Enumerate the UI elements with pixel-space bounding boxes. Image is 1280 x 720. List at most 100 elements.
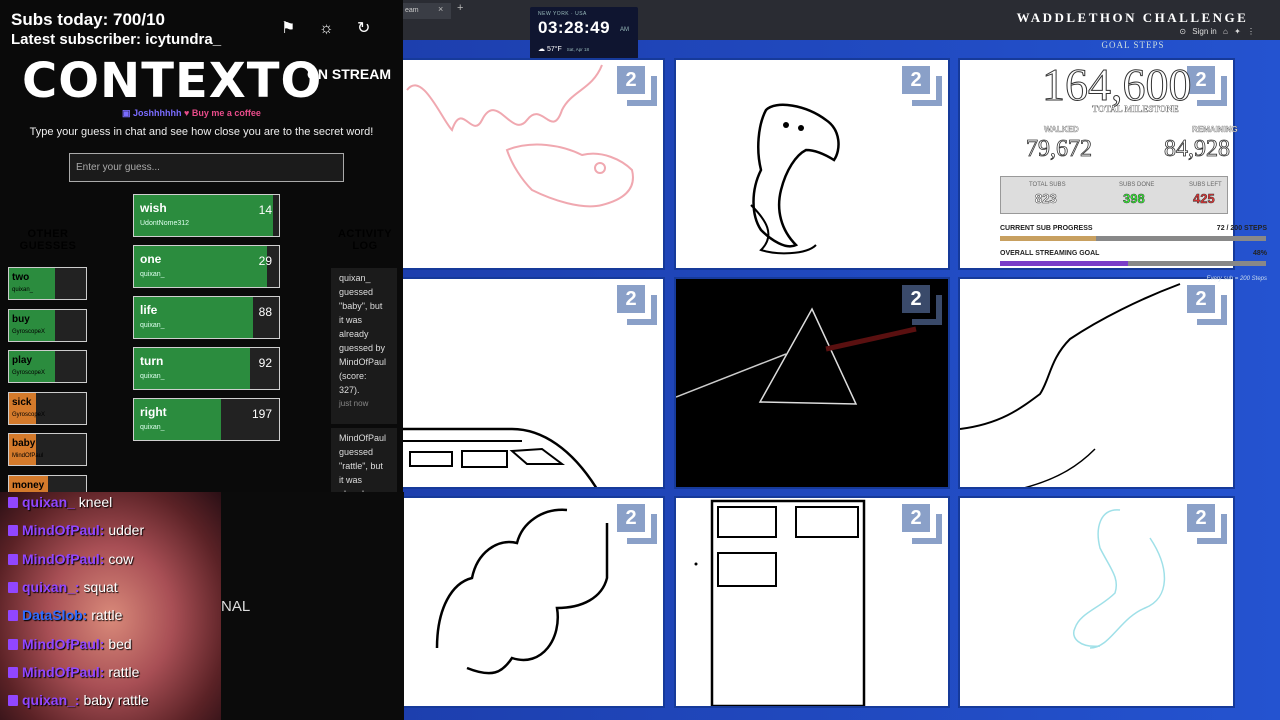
- subs-summary-box: TOTAL SUBS 823 SUBS DONE 398 SUBS LEFT 4…: [1000, 176, 1228, 214]
- twitch-badge-icon: [8, 638, 18, 650]
- chat-message: DataSlob: rattle: [8, 607, 122, 623]
- home-icon[interactable]: ⌂: [1223, 27, 1228, 36]
- clock-ampm: AM: [620, 27, 629, 33]
- latest-subscriber: Latest subscriber: icytundra_: [11, 31, 222, 48]
- heart-icon: ♥: [184, 108, 190, 118]
- twitch-icon: ▣: [122, 108, 131, 118]
- lightbulb-icon[interactable]: ☼: [319, 20, 357, 38]
- overall-progress-bar: [1000, 261, 1266, 266]
- guess-row[interactable]: one quixan_ 29: [133, 245, 280, 288]
- vote-badge: 2: [1187, 504, 1227, 544]
- total-subs-label: TOTAL SUBS: [1029, 182, 1066, 188]
- other-guess-word: sick: [12, 396, 32, 408]
- chat-message: quixan_: squat: [8, 579, 118, 595]
- sign-in-link[interactable]: Sign in: [1192, 27, 1216, 36]
- other-guess-row[interactable]: buy GyroscopeX: [8, 308, 87, 342]
- vote-badge: 2: [1187, 285, 1227, 325]
- chat-username[interactable]: MindOfPaul:: [22, 522, 104, 538]
- other-guess-row[interactable]: two quixan_: [8, 267, 87, 300]
- drawing-cell-4[interactable]: 2: [400, 277, 665, 489]
- partial-text: NAL: [221, 598, 251, 615]
- twitch-badge-icon: [8, 610, 18, 622]
- drawing-cell-8[interactable]: 2: [674, 496, 950, 708]
- drawing-cell-1[interactable]: 2: [400, 58, 665, 270]
- guess-rank: 29: [258, 254, 272, 268]
- chat-username[interactable]: MindOfPaul:: [22, 664, 104, 680]
- subs-done-value: 398: [1123, 191, 1145, 207]
- chat-username[interactable]: DataSlob:: [22, 607, 87, 623]
- drawing-cell-6[interactable]: 2: [958, 277, 1235, 489]
- other-guess-word: money: [12, 479, 45, 491]
- chat-message: MindOfPaul: cow: [8, 551, 133, 567]
- chat-text: udder: [108, 522, 145, 539]
- instructions: Type your guess in chat and see how clos…: [29, 126, 374, 138]
- chat-message: quixan_: baby rattle: [8, 692, 149, 708]
- guess-word: wish: [140, 201, 167, 215]
- buy-coffee-link[interactable]: Buy me a coffee: [192, 108, 261, 118]
- guess-input[interactable]: [69, 153, 344, 182]
- current-progress-value: 72 / 200 STEPS: [1216, 225, 1267, 232]
- clock-weather: ☁ 57°F Sat, Apr 18: [538, 45, 589, 53]
- other-guess-row[interactable]: baby MindOfPaul: [8, 433, 87, 466]
- chat-text: squat: [83, 578, 118, 595]
- clock-time: 03:28:49: [538, 18, 611, 37]
- subs-left-value: 425: [1193, 191, 1215, 207]
- other-guess-word: two: [12, 272, 30, 283]
- drawing-cell-5[interactable]: 2: [674, 277, 950, 489]
- profile-icon[interactable]: ⊙: [1179, 27, 1186, 36]
- guess-rank: 88: [258, 305, 272, 319]
- other-guesses-title: OTHER GUESSES: [19, 228, 77, 252]
- remaining-label: REMAINING: [1192, 125, 1238, 134]
- chat-username[interactable]: quixan_: [22, 494, 75, 510]
- guess-row[interactable]: turn quixan_ 92: [133, 347, 280, 390]
- on-stream-label: ON STREAM: [307, 66, 391, 82]
- guess-user: quixan_: [140, 424, 165, 431]
- other-guess-row[interactable]: play GyroscopeX: [8, 350, 87, 383]
- other-guess-row[interactable]: sick GyroscopeX: [8, 391, 87, 425]
- browser-tab[interactable]: eam: [403, 3, 451, 19]
- chat-username[interactable]: quixan_:: [22, 692, 80, 708]
- drawing-cell-2[interactable]: 2: [674, 58, 950, 270]
- vote-badge: 2: [902, 285, 942, 325]
- drawing-cell-9[interactable]: 2: [958, 496, 1235, 708]
- menu-icon[interactable]: ⋮: [1247, 27, 1255, 36]
- chat-username[interactable]: quixan_:: [22, 579, 80, 595]
- chat-username[interactable]: MindOfPaul:: [22, 636, 104, 652]
- activity-entry: MindOfPaul guessed "rattle", but it was …: [331, 428, 397, 492]
- chat-text: baby rattle: [83, 692, 149, 709]
- chat-username[interactable]: MindOfPaul:: [22, 551, 104, 567]
- chat-message: quixan_ kneel: [8, 494, 112, 510]
- goal-steps-label: GOAL STEPS: [1101, 40, 1165, 50]
- guess-row[interactable]: right quixan_ 197: [133, 398, 280, 441]
- credit-author[interactable]: Joshhhhhh: [133, 108, 182, 118]
- chat-message: MindOfPaul: udder: [8, 522, 144, 538]
- walked-label: WALKED: [1044, 125, 1079, 134]
- activity-text: quixan_ guessed "baby", but it was alrea…: [339, 273, 387, 395]
- twitch-badge-icon: [8, 497, 18, 508]
- drawing-cell-7[interactable]: 2: [400, 496, 665, 708]
- guess-word: turn: [140, 354, 164, 368]
- activity-text: MindOfPaul guessed "rattle", but it was …: [339, 433, 387, 492]
- contexto-toolbar: ⚑ ☼ ↻: [281, 18, 395, 38]
- extension-icon[interactable]: ✦: [1234, 27, 1241, 36]
- chat-message: MindOfPaul: rattle: [8, 664, 139, 680]
- remaining-value: 84,928: [1164, 136, 1231, 163]
- other-guess-user: quixan_: [12, 287, 34, 293]
- chat-text: kneel: [78, 494, 113, 510]
- guess-row[interactable]: life quixan_ 88: [133, 296, 280, 339]
- guess-user: UdontNome312: [140, 220, 190, 227]
- milestone-panel: 164,600 TOTAL MILESTONE WALKED 79,672 RE…: [962, 58, 1267, 282]
- overall-progress-value: 48%: [1252, 250, 1267, 257]
- guess-row[interactable]: wish UdontNome312 14: [133, 194, 280, 237]
- chat-text: rattle: [91, 607, 123, 624]
- close-tab-icon[interactable]: ×: [438, 4, 443, 14]
- guess-rank: 14: [258, 203, 272, 217]
- steps-footnote: Every sub = 200 Steps: [1206, 276, 1267, 282]
- new-tab-icon[interactable]: +: [457, 2, 463, 14]
- total-subs-value: 823: [1035, 191, 1057, 207]
- contexto-logo: CONTEXTO: [22, 53, 323, 109]
- vote-badge: 2: [902, 504, 942, 544]
- guess-user: quixan_: [140, 373, 165, 380]
- flag-icon[interactable]: ⚑: [281, 18, 319, 38]
- refresh-icon[interactable]: ↻: [357, 18, 395, 38]
